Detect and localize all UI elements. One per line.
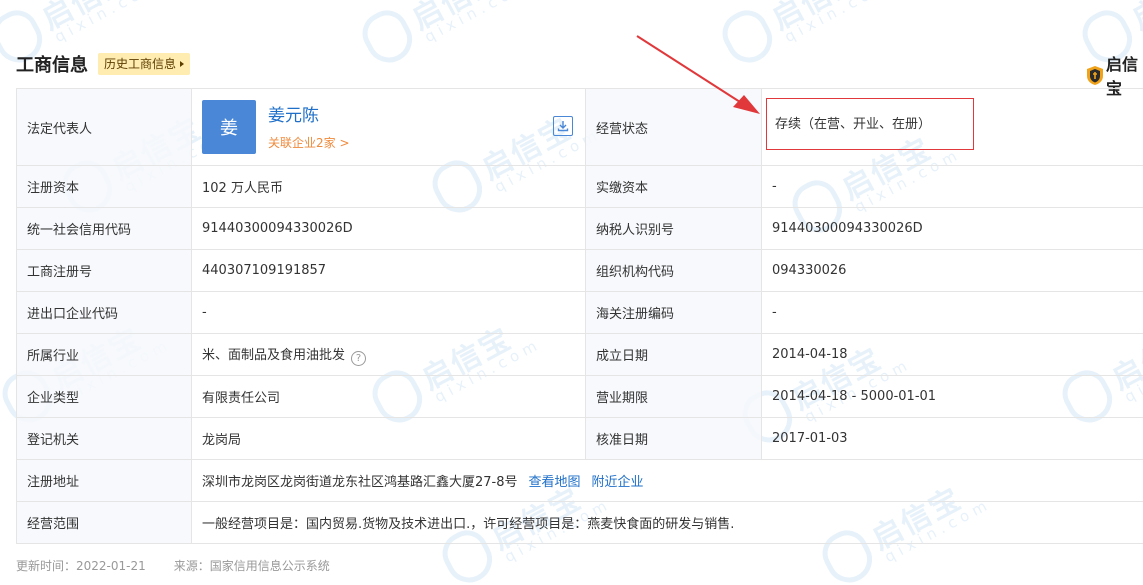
table-row: 统一社会信用代码 91440300094330026D 纳税人识别号 91440… xyxy=(16,207,1143,250)
value-cell: - xyxy=(761,291,1143,334)
label-cell: 实缴资本 xyxy=(585,165,762,208)
data-source: 来源：国家信用信息公示系统 xyxy=(173,559,330,573)
value-cell: 91440300094330026D xyxy=(761,207,1143,250)
value-cell: 龙岗局 xyxy=(191,417,586,460)
table-row: 进出口企业代码 - 海关注册编码 - xyxy=(16,291,1143,334)
shield-logo-icon xyxy=(1087,65,1103,85)
label-cell: 成立日期 xyxy=(585,333,762,376)
history-info-label: 历史工商信息 xyxy=(104,57,177,71)
table-row: 工商注册号 440307109191857 组织机构代码 094330026 xyxy=(16,249,1143,292)
section-header: 工商信息 历史工商信息 xyxy=(16,52,191,76)
value-cell: - xyxy=(191,291,586,334)
page-title: 工商信息 xyxy=(16,55,88,76)
status-cell: 存续（在营、开业、在册） xyxy=(761,88,1143,166)
legal-rep-cell: 姜 姜元陈 关联企业2家 > xyxy=(191,88,586,166)
address-cell: 深圳市龙岗区龙岗街道龙东社区鸿基路汇鑫大厦27-8号 查看地图 附近企业 xyxy=(191,459,1143,502)
footer-meta: 更新时间：2022-01-21 来源：国家信用信息公示系统 xyxy=(16,557,330,574)
download-arrow-icon xyxy=(557,121,569,132)
label-cell: 经营状态 xyxy=(585,88,762,166)
table-row: 所属行业 米、面制品及食用油批发? 成立日期 2014-04-18 xyxy=(16,333,1143,376)
label-cell: 营业期限 xyxy=(585,375,762,418)
label-cell: 工商注册号 xyxy=(16,249,192,292)
legal-rep-name-link[interactable]: 姜元陈 xyxy=(268,104,350,128)
status-value: 存续（在营、开业、在册） xyxy=(775,117,932,132)
value-cell: 有限责任公司 xyxy=(191,375,586,418)
value-cell: 094330026 xyxy=(761,249,1143,292)
table-row: 经营范围 一般经营项目是：国内贸易.货物及技术进出口.，许可经营项目是：燕麦快食… xyxy=(16,501,1143,544)
business-info-table: 法定代表人 姜 姜元陈 关联企业2家 > 经营状态 存续（在营、开业、在册） 注… xyxy=(16,88,1143,544)
status-highlight-box: 存续（在营、开业、在册） xyxy=(766,98,974,150)
label-cell: 统一社会信用代码 xyxy=(16,207,192,250)
caret-right-icon xyxy=(180,61,185,67)
label-cell: 组织机构代码 xyxy=(585,249,762,292)
table-row: 法定代表人 姜 姜元陈 关联企业2家 > 经营状态 存续（在营、开业、在册） xyxy=(16,88,1143,166)
label-cell: 海关注册编码 xyxy=(585,291,762,334)
label-cell: 企业类型 xyxy=(16,375,192,418)
avatar: 姜 xyxy=(202,100,256,154)
label-cell: 进出口企业代码 xyxy=(16,291,192,334)
value-cell: 102 万人民币 xyxy=(191,165,586,208)
history-info-button[interactable]: 历史工商信息 xyxy=(98,53,191,75)
label-cell: 所属行业 xyxy=(16,333,192,376)
update-time: 更新时间：2022-01-21 xyxy=(16,559,146,573)
help-icon[interactable]: ? xyxy=(351,350,367,366)
value-cell: 2017-01-03 xyxy=(761,417,1143,460)
download-icon[interactable] xyxy=(553,116,573,136)
industry-cell: 米、面制品及食用油批发? xyxy=(191,333,586,376)
value-cell: 440307109191857 xyxy=(191,249,586,292)
related-companies-link[interactable]: 关联企业2家 > xyxy=(268,134,350,151)
table-row: 企业类型 有限责任公司 营业期限 2014-04-18 - 5000-01-01 xyxy=(16,375,1143,418)
table-row: 登记机关 龙岗局 核准日期 2017-01-03 xyxy=(16,417,1143,460)
label-cell: 法定代表人 xyxy=(16,88,192,166)
label-cell: 注册资本 xyxy=(16,165,192,208)
address-value: 深圳市龙岗区龙岗街道龙东社区鸿基路汇鑫大厦27-8号 xyxy=(202,475,518,490)
label-cell: 核准日期 xyxy=(585,417,762,460)
label-cell: 登记机关 xyxy=(16,417,192,460)
table-row: 注册资本 102 万人民币 实缴资本 - xyxy=(16,165,1143,208)
value-text: 米、面制品及食用油批发 xyxy=(202,347,346,363)
watermark: 启信宝qixin.com xyxy=(712,0,894,81)
watermark: 启信宝qixin.com xyxy=(352,0,534,81)
nearby-companies-link[interactable]: 附近企业 xyxy=(592,475,644,490)
business-scope-value: 一般经营项目是：国内贸易.货物及技术进出口.，许可经营项目是：燕麦快食面的研发与… xyxy=(191,501,1143,544)
value-cell: - xyxy=(761,165,1143,208)
label-cell: 纳税人识别号 xyxy=(585,207,762,250)
table-row: 注册地址 深圳市龙岗区龙岗街道龙东社区鸿基路汇鑫大厦27-8号 查看地图 附近企业 xyxy=(16,459,1143,502)
value-cell: 91440300094330026D xyxy=(191,207,586,250)
label-cell: 注册地址 xyxy=(16,459,192,502)
value-cell: 2014-04-18 - 5000-01-01 xyxy=(761,375,1143,418)
view-map-link[interactable]: 查看地图 xyxy=(529,475,581,490)
value-cell: 2014-04-18 xyxy=(761,333,1143,376)
label-cell: 经营范围 xyxy=(16,501,192,544)
